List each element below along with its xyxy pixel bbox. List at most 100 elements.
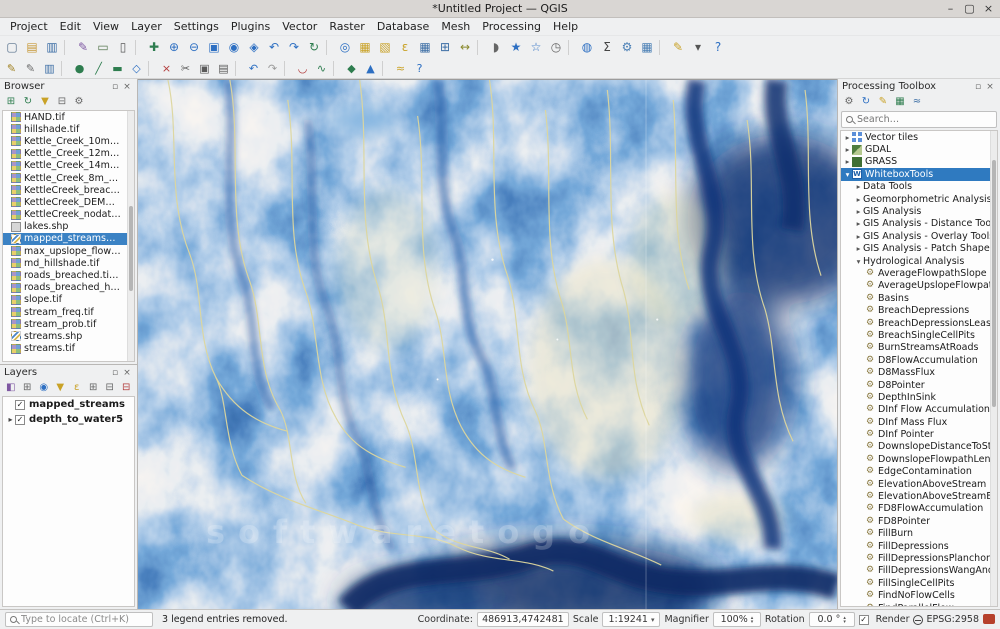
toolbox-item[interactable]: FillDepressionsPlanchon… <box>841 552 997 564</box>
identify-features-icon[interactable]: ◎ <box>335 38 355 57</box>
minimize-button[interactable]: – <box>941 2 960 15</box>
close-button[interactable]: × <box>979 2 998 15</box>
layer-visibility-checkbox[interactable] <box>15 400 25 410</box>
render-toggle[interactable]: Render <box>859 614 910 625</box>
toolbox-search-input[interactable] <box>857 114 992 125</box>
add-line-feature-icon[interactable]: ╱ <box>89 59 108 77</box>
menu-item[interactable]: Database <box>371 19 436 34</box>
toolbox-item[interactable]: FillBurn <box>841 528 997 540</box>
layer-item[interactable]: mapped_streams <box>3 397 134 412</box>
temporal-controller-icon[interactable]: ◷ <box>546 38 566 57</box>
toggle-editing-icon[interactable]: ✎ <box>21 59 40 77</box>
menu-item[interactable]: Plugins <box>225 19 276 34</box>
browser-collapse-icon[interactable]: ⊟ <box>54 95 70 110</box>
expand-all-icon[interactable]: ⊞ <box>86 381 102 396</box>
toolbox-item[interactable]: D8Pointer <box>841 379 997 391</box>
zoom-out-icon[interactable]: ⊖ <box>184 38 204 57</box>
dropdown-icon[interactable] <box>648 614 655 625</box>
add-polygon-feature-icon[interactable]: ▬ <box>108 59 127 77</box>
browser-item[interactable]: roads_breached.ti… <box>3 269 134 281</box>
toolbox-item[interactable]: FD8Pointer <box>841 515 997 527</box>
open-attribute-table-icon[interactable]: ▦ <box>415 38 435 57</box>
browser-properties-icon[interactable]: ⚙ <box>71 95 87 110</box>
close-panel-icon[interactable] <box>984 82 996 92</box>
expander-icon[interactable]: ▸ <box>854 219 863 228</box>
project-open-icon[interactable]: ▤ <box>22 38 42 57</box>
python-icon[interactable]: ≈ <box>909 95 925 110</box>
copy-features-icon[interactable]: ▣ <box>195 59 214 77</box>
select-by-expression-icon[interactable]: ε <box>395 38 415 57</box>
toolbox-item[interactable]: BreachSingleCellPits <box>841 329 997 341</box>
help-contents-icon[interactable]: ? <box>708 38 728 57</box>
redo-icon[interactable]: ↷ <box>263 59 282 77</box>
render-checkbox[interactable] <box>859 615 869 625</box>
map-tips-icon[interactable]: ◗ <box>486 38 506 57</box>
expander-icon[interactable]: ▸ <box>854 232 863 241</box>
delete-selected-icon[interactable]: × <box>157 59 176 77</box>
toolbox-item[interactable]: ▾ Hydrological Analysis <box>841 255 997 267</box>
measure-line-icon[interactable]: ↔ <box>455 38 475 57</box>
browser-item[interactable]: streams.shp <box>3 330 134 342</box>
menu-item[interactable]: Project <box>4 19 54 34</box>
style-manager-icon[interactable]: ✎ <box>73 38 93 57</box>
toolbox-item[interactable]: BreachDepressions <box>841 304 997 316</box>
vertex-tool-icon[interactable]: ◇ <box>127 59 146 77</box>
current-edits-icon[interactable]: ✎ <box>2 59 21 77</box>
expander-icon[interactable]: ▾ <box>854 257 863 266</box>
close-panel-icon[interactable] <box>121 368 133 378</box>
tracing-icon[interactable]: ∿ <box>312 59 331 77</box>
menu-item[interactable]: View <box>87 19 125 34</box>
toolbox-item[interactable]: ElevationAboveStream <box>841 478 997 490</box>
toolbox-item[interactable]: ▾ WhiteboxTools <box>841 168 997 180</box>
browser-item[interactable]: KettleCreek_nodat… <box>3 209 134 221</box>
maximize-button[interactable]: ▢ <box>960 2 979 15</box>
cut-features-icon[interactable]: ✂ <box>176 59 195 77</box>
menu-item[interactable]: Layer <box>125 19 168 34</box>
menu-item[interactable]: Help <box>547 19 584 34</box>
magnifier-spinbox[interactable]: 100% <box>713 612 761 627</box>
toolbox-item[interactable]: D8FlowAccumulation <box>841 354 997 366</box>
expander-icon[interactable]: ▸ <box>6 415 15 424</box>
save-layer-edits-icon[interactable]: ▥ <box>40 59 59 77</box>
expander-icon[interactable]: ▸ <box>854 207 863 216</box>
menu-item[interactable]: Edit <box>54 19 87 34</box>
messages-icon[interactable] <box>983 614 995 624</box>
toolbox-item[interactable]: DepthInSink <box>841 391 997 403</box>
add-point-feature-icon[interactable]: ● <box>70 59 89 77</box>
toolbox-item[interactable]: ▸ Data Tools <box>841 181 997 193</box>
expander-icon[interactable]: ▸ <box>854 182 863 191</box>
browser-item[interactable]: Kettle_Creek_14m… <box>3 160 134 172</box>
zoom-to-selection-icon[interactable]: ◉ <box>224 38 244 57</box>
expander-icon[interactable]: ▸ <box>854 244 863 253</box>
float-panel-icon[interactable] <box>972 82 984 92</box>
select-features-icon[interactable]: ▦ <box>355 38 375 57</box>
deselect-features-icon[interactable]: ▧ <box>375 38 395 57</box>
menu-item[interactable]: Vector <box>276 19 323 34</box>
field-calculator-icon[interactable]: ⊞ <box>435 38 455 57</box>
zoom-next-icon[interactable]: ↷ <box>284 38 304 57</box>
zoom-native-resolution-icon[interactable]: ◍ <box>577 38 597 57</box>
scrollbar-thumb[interactable] <box>129 206 133 291</box>
toolbox-item[interactable]: ▸ GDAL <box>841 143 997 155</box>
toolbox-item[interactable]: D8MassFlux <box>841 366 997 378</box>
project-new-icon[interactable]: ▢ <box>2 38 22 57</box>
toolbox-item[interactable]: AverageUpslopeFlowpat… <box>841 280 997 292</box>
zoom-full-icon[interactable]: ▣ <box>204 38 224 57</box>
browser-add-layer-icon[interactable]: ⊞ <box>3 95 19 110</box>
float-panel-icon[interactable] <box>109 368 121 378</box>
manage-themes-icon[interactable]: ◉ <box>36 381 52 396</box>
menu-item[interactable]: Processing <box>476 19 547 34</box>
browser-scrollbar[interactable] <box>127 111 134 361</box>
toolbox-item[interactable]: DInf Mass Flux <box>841 416 997 428</box>
browser-item[interactable]: Kettle_Creek_8m_… <box>3 172 134 184</box>
processing-history-icon[interactable]: ↻ <box>858 95 874 110</box>
zoom-in-icon[interactable]: ⊕ <box>164 38 184 57</box>
toolbox-item[interactable]: EdgeContamination <box>841 466 997 478</box>
toolbox-item[interactable]: ▸ GIS Analysis <box>841 205 997 217</box>
browser-item[interactable]: Kettle_Creek_10m… <box>3 135 134 147</box>
collapse-all-icon[interactable]: ⊟ <box>102 381 118 396</box>
annotation-combo-icon[interactable]: ✎ <box>668 38 688 57</box>
browser-item[interactable]: HAND.tif <box>3 111 134 123</box>
results-viewer-icon[interactable]: ▦ <box>892 95 908 110</box>
map-canvas[interactable]: softwaretogo <box>138 79 837 609</box>
